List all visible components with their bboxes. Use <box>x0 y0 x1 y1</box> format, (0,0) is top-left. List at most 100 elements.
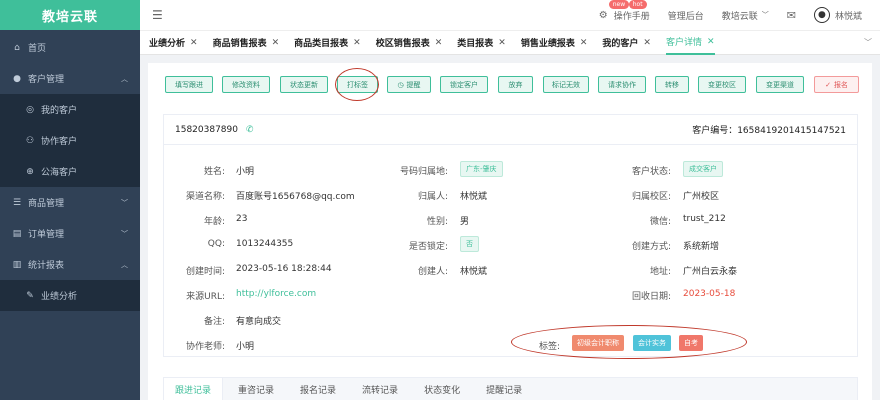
customer-phone: 15820387890 <box>175 124 238 135</box>
record-tabs: 跟进记录 重咨记录 报名记录 流转记录 状态变化 提醒记录 <box>163 377 858 400</box>
request-collab-button[interactable]: 请求协作 <box>598 76 646 93</box>
teacher-value: 小明 <box>236 342 255 352</box>
edit-icon: ✎ <box>26 290 34 301</box>
tag-button[interactable]: 打标签 <box>337 76 378 93</box>
sidebar-item-label: 首页 <box>28 44 47 54</box>
chevron-down-icon: ﹀ <box>121 229 128 238</box>
chevron-down-icon[interactable]: ﹀ <box>864 37 872 48</box>
enroll-button[interactable]: ✓ 报名 <box>814 76 859 93</box>
target-icon: ◎ <box>26 104 34 115</box>
name-value: 小明 <box>236 167 255 177</box>
close-icon[interactable]: ✕ <box>190 38 198 48</box>
top-bar: ☰ ⚙ new hot 操作手册 管理后台 教培云联 ﹀ ✉ ● 林悦斌 <box>140 0 880 30</box>
manual-link[interactable]: ⚙ new hot 操作手册 <box>598 0 650 22</box>
manual-label: 操作手册 <box>613 11 650 22</box>
close-icon[interactable]: ✕ <box>435 38 443 48</box>
tab-status-changes[interactable]: 状态变化 <box>413 378 471 400</box>
tag-chip: 初级会计职称 <box>572 335 624 351</box>
tab-label: 客户详情 <box>665 38 702 48</box>
channel-value: 百度账号1656768@qq.com <box>236 192 355 202</box>
address-label: 地址: <box>649 267 671 277</box>
age-label: 年龄: <box>203 217 225 227</box>
source-url-label: 来源URL: <box>186 292 225 302</box>
tab-category-report[interactable]: 类目报表 ✕ <box>457 30 506 55</box>
phone-icon[interactable]: ✆ <box>246 125 254 135</box>
source-url-link[interactable]: http://ylforce.com <box>236 289 316 299</box>
mark-invalid-button[interactable]: 标记无效 <box>543 76 589 93</box>
created-time-value: 2023-05-16 18:28:44 <box>236 264 332 274</box>
org-dropdown[interactable]: 教培云联 ﹀ <box>722 9 769 22</box>
remind-button[interactable]: ◷ 提醒 <box>387 76 431 93</box>
sidebar-item-label: 公海客户 <box>41 168 78 178</box>
mail-icon[interactable]: ✉ <box>787 9 796 22</box>
tab-transfer-records[interactable]: 流转记录 <box>351 378 409 400</box>
tab-enroll-records[interactable]: 报名记录 <box>289 378 347 400</box>
creator-value: 林悦斌 <box>460 267 488 277</box>
tab-performance[interactable]: 业绩分析 ✕ <box>149 30 198 55</box>
menu-toggle-icon[interactable]: ☰ <box>152 8 163 22</box>
sidebar-item-performance[interactable]: ✎ 业绩分析 <box>0 280 140 311</box>
customer-id-label: 客户编号： <box>692 126 738 136</box>
close-icon[interactable]: ✕ <box>580 38 588 48</box>
sidebar-item-orders[interactable]: ▤ 订单管理 ﹀ <box>0 218 140 249</box>
avatar: ● <box>813 7 830 23</box>
sidebar-item-reports[interactable]: ▥ 统计报表 ︿ <box>0 249 140 280</box>
tab-goods-category[interactable]: 商品类目报表 ✕ <box>294 30 361 55</box>
abandon-button[interactable]: 放弃 <box>498 76 533 93</box>
sidebar-item-collab-customers[interactable]: ⚇ 协作客户 <box>0 125 140 156</box>
phone-location-label: 号码归属地: <box>399 167 448 177</box>
tab-followup-records[interactable]: 跟进记录 <box>164 377 224 400</box>
sidebar-item-goods[interactable]: ☰ 商品管理 ﹀ <box>0 187 140 218</box>
sidebar-item-my-customers[interactable]: ◎ 我的客户 <box>0 94 140 125</box>
status-update-button[interactable]: 状态更新 <box>280 76 328 93</box>
clock-icon: ◷ <box>397 80 404 89</box>
close-icon[interactable]: ✕ <box>707 37 715 47</box>
home-icon: ⌂ <box>14 42 20 53</box>
user-name: 林悦斌 <box>834 11 862 22</box>
remark-label: 备注: <box>203 317 225 327</box>
sidebar: 教培云联 ⌂ 首页 ● 客户管理 ︿ ◎ 我的客户 ⚇ 协作客户 ⊕ 公海客户 … <box>0 0 140 400</box>
tab-label: 销售业绩报表 <box>520 39 575 49</box>
qq-label: QQ: <box>207 239 225 249</box>
tab-customer-detail[interactable]: 客户详情 ✕ <box>665 30 715 55</box>
qq-value: 1013244355 <box>236 239 294 249</box>
customer-submenu: ◎ 我的客户 ⚇ 协作客户 ⊕ 公海客户 <box>0 94 140 187</box>
user-menu[interactable]: ● 林悦斌 <box>813 7 862 23</box>
locked-label: 是否锁定: <box>408 242 448 252</box>
sidebar-item-home[interactable]: ⌂ 首页 <box>0 32 140 63</box>
change-channel-button[interactable]: 变更渠道 <box>756 76 804 93</box>
tab-label: 我的客户 <box>602 39 639 49</box>
close-icon[interactable]: ✕ <box>353 38 361 48</box>
change-campus-button[interactable]: 变更校区 <box>698 76 746 93</box>
edit-profile-button[interactable]: 修改资料 <box>222 76 270 93</box>
tab-campus-sales[interactable]: 校区销售报表 ✕ <box>376 30 443 55</box>
fill-followup-button[interactable]: 填写跟进 <box>165 76 213 93</box>
tab-my-customers[interactable]: 我的客户 ✕ <box>602 30 651 55</box>
tab-goods-sales[interactable]: 商品销售报表 ✕ <box>213 30 280 55</box>
admin-link[interactable]: 管理后台 <box>668 9 704 22</box>
collab-icon: ⚇ <box>25 135 35 146</box>
customer-status-tag: 成交客户 <box>683 161 723 177</box>
close-icon[interactable]: ✕ <box>643 38 651 48</box>
transfer-button[interactable]: 转移 <box>655 76 689 93</box>
top-right-area: ⚙ new hot 操作手册 管理后台 教培云联 ﹀ ✉ ● 林悦斌 <box>599 0 880 30</box>
app-logo: 教培云联 <box>0 0 140 30</box>
sidebar-item-label: 商品管理 <box>28 199 65 209</box>
customer-status-label: 客户状态: <box>631 167 671 177</box>
tab-reminder-records[interactable]: 提醒记录 <box>475 378 533 400</box>
action-toolbar: 填写跟进 修改资料 状态更新 打标签 ◷ 提醒 锁定客户 放弃 标记无效 请求协作… <box>165 76 865 94</box>
gear-icon: ⚙ <box>598 9 608 21</box>
sidebar-item-customer[interactable]: ● 客户管理 ︿ <box>0 63 140 94</box>
close-icon[interactable]: ✕ <box>498 38 506 48</box>
tab-reconsult-records[interactable]: 重咨记录 <box>227 378 285 400</box>
owner-value: 林悦斌 <box>460 192 488 202</box>
close-icon[interactable]: ✕ <box>272 38 280 48</box>
chevron-up-icon: ︿ <box>121 260 128 269</box>
sidebar-item-public-customers[interactable]: ⊕ 公海客户 <box>0 156 140 187</box>
tab-sales-performance[interactable]: 销售业绩报表 ✕ <box>521 30 588 55</box>
org-label: 教培云联 <box>721 11 758 22</box>
reports-submenu: ✎ 业绩分析 <box>0 280 140 311</box>
create-method-value: 系统新增 <box>683 242 720 252</box>
lock-customer-button[interactable]: 锁定客户 <box>440 76 488 93</box>
sidebar-item-label: 统计报表 <box>28 261 65 271</box>
